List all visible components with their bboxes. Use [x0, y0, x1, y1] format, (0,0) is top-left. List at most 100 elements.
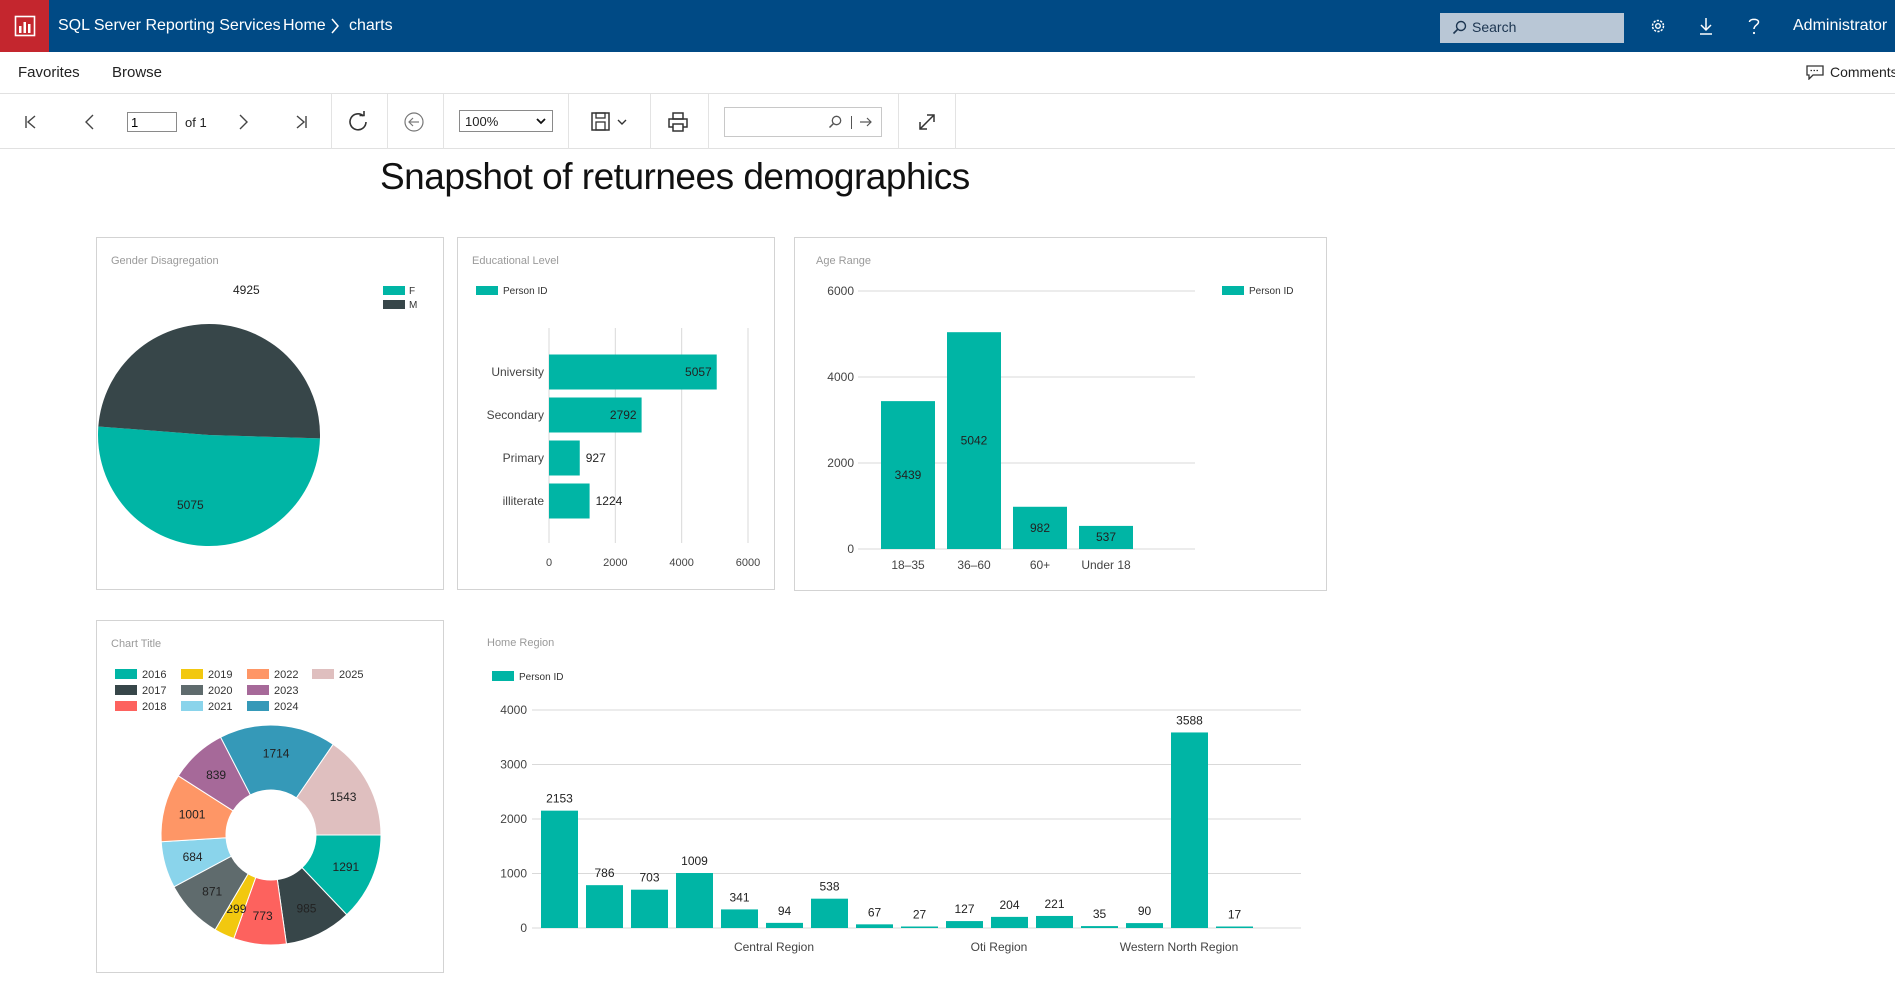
last-page-button[interactable] [288, 109, 314, 135]
data-label: 773 [253, 909, 273, 923]
data-label: 1009 [681, 854, 708, 868]
x-tick-label: 36–60 [957, 558, 991, 572]
education-bar-chart: 0 2000 4000 6000 Person ID University 5057 Seco… [476, 286, 760, 569]
data-label: 3439 [895, 468, 922, 482]
legend-swatch-2023 [247, 685, 269, 695]
legend-swatch-2022 [247, 669, 269, 679]
nav-browse[interactable]: Browse [112, 64, 162, 81]
data-label: 35 [1093, 907, 1107, 921]
data-label: 839 [206, 768, 226, 782]
data-label: 703 [639, 871, 659, 885]
toolbar-divider [443, 94, 444, 149]
pie-slice-F [98, 426, 320, 546]
first-page-button[interactable] [18, 109, 44, 135]
age-bar-chart: 0 2000 4000 6000 Person ID 3439 18–35 5042 36–60… [827, 284, 1293, 572]
data-label: 127 [954, 902, 974, 916]
legend-label-M: M [409, 300, 417, 311]
export-button[interactable] [589, 109, 633, 135]
find-search-icon [828, 115, 842, 129]
save-icon [591, 112, 627, 131]
age-chart-panel: Age Range 0 2000 4000 6000 Person ID 3439 18–3… [794, 237, 1327, 591]
year-chart-panel: Chart Title 2016 2017 2018 2019 2020 2021 2022… [96, 620, 444, 973]
data-label: 1224 [596, 494, 623, 508]
region-chart-panel: Home Region 0 1000 2000 3000 4000 Person ID 21… [475, 620, 1315, 980]
legend-label: Person ID [503, 286, 547, 297]
data-label: 341 [729, 890, 749, 904]
data-label: 537 [1096, 530, 1116, 544]
x-tick-label: Central Region [734, 940, 814, 954]
print-button[interactable] [665, 109, 691, 135]
fullscreen-button[interactable] [914, 109, 940, 135]
zoom-dropdown[interactable]: 100% [459, 110, 553, 132]
education-chart-panel: Educational Level 0 2000 4000 6000 Person ID… [457, 237, 775, 590]
bar [1036, 915, 1073, 928]
data-label: 982 [1030, 521, 1050, 535]
page-count: of 1 [185, 115, 207, 130]
data-label: 27 [913, 908, 927, 922]
ssrs-logo[interactable] [0, 0, 49, 52]
y-tick-label: 1000 [500, 867, 527, 881]
search-input[interactable]: Search [1440, 13, 1624, 43]
legend-label-F: F [409, 286, 415, 297]
report-logo-icon [14, 15, 35, 37]
legend-label: Person ID [519, 672, 563, 683]
settings-button[interactable] [1647, 15, 1669, 37]
bar [631, 889, 668, 928]
y-tick-label: 3000 [500, 758, 527, 772]
download-button[interactable] [1695, 15, 1717, 37]
data-label: 221 [1044, 897, 1064, 911]
find-next-icon[interactable] [859, 116, 873, 128]
legend-swatch-2017 [115, 685, 137, 695]
find-input[interactable] [724, 107, 882, 137]
data-label: 927 [586, 451, 606, 465]
app-title[interactable]: SQL Server Reporting Services [58, 17, 281, 35]
help-button[interactable] [1743, 15, 1765, 37]
back-arrow-icon [404, 112, 424, 132]
chevron-right-icon [331, 18, 339, 34]
refresh-icon [349, 111, 367, 131]
legend-label-2021: 2021 [208, 701, 232, 713]
back-button[interactable] [401, 109, 427, 135]
legend-swatch-2020 [181, 685, 203, 695]
data-label: 67 [868, 905, 882, 919]
nav-favorites[interactable]: Favorites [18, 64, 80, 81]
bar [541, 810, 578, 928]
x-tick-label: 2000 [603, 557, 627, 569]
toolbar-divider [650, 94, 651, 149]
refresh-button[interactable] [345, 109, 371, 135]
bar [1081, 926, 1118, 928]
page-number-input[interactable] [127, 112, 177, 132]
legend-swatch-2021 [181, 701, 203, 711]
legend-swatch-2016 [115, 669, 137, 679]
bar [1171, 732, 1208, 928]
gear-icon [1651, 19, 1665, 33]
bar [721, 909, 758, 928]
y-tick-label: University [491, 365, 544, 379]
data-label: 90 [1138, 904, 1152, 918]
chevron-right-icon [239, 114, 248, 130]
region-bar-chart: 0 1000 2000 3000 4000 Person ID 2153 786 703 1009… [492, 671, 1301, 954]
data-label: 684 [183, 850, 203, 864]
bar-Primary [549, 440, 580, 476]
data-label: 17 [1228, 908, 1242, 922]
y-tick-label: 0 [847, 542, 854, 556]
previous-page-button[interactable] [77, 109, 103, 135]
data-label: 1291 [333, 860, 360, 874]
expand-icon [919, 114, 935, 130]
comments-label: Comments [1830, 64, 1895, 80]
y-tick-label: 4000 [500, 703, 527, 717]
comments-button[interactable]: Comments [1806, 64, 1895, 80]
x-tick-label: 60+ [1030, 558, 1050, 572]
pie-label-M: 4925 [233, 283, 260, 297]
user-menu[interactable]: Administrator [1793, 17, 1887, 35]
y-tick-label: illiterate [503, 494, 545, 508]
next-page-button[interactable] [230, 109, 256, 135]
data-label: 94 [778, 904, 792, 918]
bar [1126, 923, 1163, 928]
breadcrumb-home[interactable]: Home [283, 17, 326, 35]
y-tick-label: Secondary [487, 408, 544, 422]
toolbar-divider [387, 94, 388, 149]
legend-label-2023: 2023 [274, 685, 298, 697]
help-icon [1748, 18, 1760, 35]
legend-label-2020: 2020 [208, 685, 232, 697]
